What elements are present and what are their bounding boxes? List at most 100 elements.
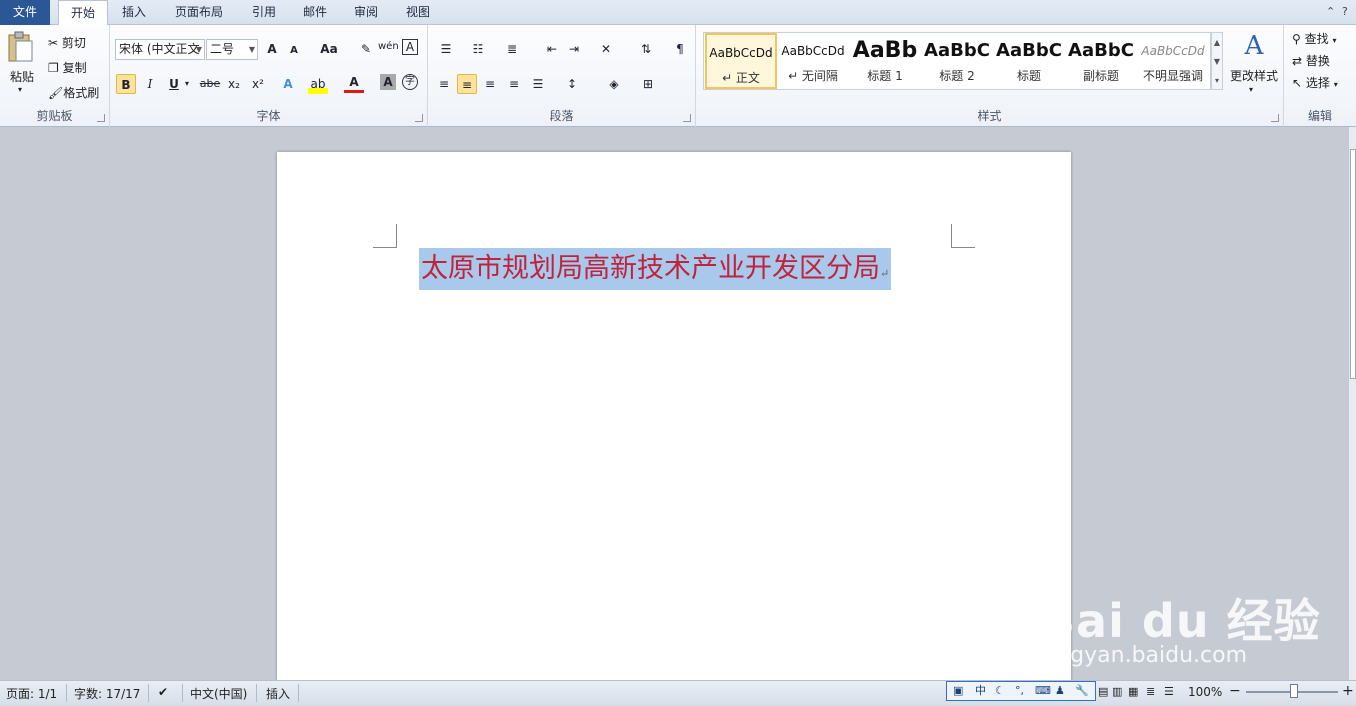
- text-effects-icon[interactable]: A: [278, 74, 298, 94]
- chevron-down-icon[interactable]: ▼: [1212, 52, 1222, 71]
- strikethrough-button[interactable]: abe: [198, 74, 222, 94]
- align-left-icon[interactable]: ≡: [434, 74, 454, 94]
- italic-button[interactable]: I: [140, 74, 160, 94]
- punctuation-icon[interactable]: °,: [1015, 682, 1024, 700]
- style-heading-1[interactable]: AaBb 标题 1: [849, 33, 921, 89]
- user-icon[interactable]: ♟: [1055, 682, 1065, 700]
- draft-view-icon[interactable]: ☰: [1164, 685, 1174, 698]
- clipboard-launcher-icon[interactable]: [97, 114, 105, 122]
- style-title[interactable]: AaBbC 标题: [993, 33, 1065, 89]
- document-page[interactable]: 太原市规划局高新技术产业开发区分局↵: [277, 152, 1071, 692]
- keyboard-icon[interactable]: ⌨: [1035, 682, 1051, 700]
- document-title-text[interactable]: 太原市规划局高新技术产业开发区分局↵: [419, 248, 892, 290]
- paste-icon[interactable]: [6, 31, 38, 65]
- tab-review[interactable]: 审阅: [344, 0, 388, 25]
- bullets-icon[interactable]: ☰: [436, 39, 456, 59]
- moon-icon[interactable]: ☾: [995, 682, 1005, 700]
- scrollbar-thumb[interactable]: [1350, 149, 1356, 379]
- clear-format-icon[interactable]: ✎: [356, 39, 376, 59]
- style-no-spacing[interactable]: AaBbCcDd ↵ 无间隔: [777, 33, 849, 89]
- align-right-icon[interactable]: ≡: [480, 74, 500, 94]
- change-styles-icon[interactable]: A: [1228, 31, 1280, 61]
- grow-font-button[interactable]: A: [262, 39, 282, 59]
- insert-mode-status[interactable]: 插入: [266, 685, 290, 702]
- outline-view-icon[interactable]: ≣: [1146, 685, 1155, 698]
- proofing-icon[interactable]: ✔: [158, 685, 168, 699]
- chevron-up-icon[interactable]: ▲: [1212, 33, 1222, 52]
- style-normal[interactable]: AaBbCcDd ↵ 正文: [705, 33, 777, 89]
- shading-icon[interactable]: ◈: [604, 74, 624, 94]
- line-spacing-icon[interactable]: ↕: [562, 74, 582, 94]
- gallery-more-icon[interactable]: ▾: [1212, 71, 1222, 90]
- show-marks-icon[interactable]: ¶: [670, 39, 690, 59]
- multilevel-list-icon[interactable]: ≣: [502, 39, 522, 59]
- borders-icon[interactable]: ⊞: [638, 74, 658, 94]
- underline-button[interactable]: U: [164, 74, 184, 94]
- select-button[interactable]: ↖ 选择 ▾: [1292, 74, 1338, 91]
- gallery-scroll[interactable]: ▲ ▼ ▾: [1211, 32, 1223, 90]
- zoom-out-button[interactable]: −: [1229, 683, 1241, 699]
- zoom-slider-handle[interactable]: [1290, 684, 1298, 698]
- cut-button[interactable]: ✂ 剪切: [48, 34, 86, 51]
- font-size-combo[interactable]: 二号 ▼: [206, 39, 258, 60]
- char-shade-button[interactable]: A: [380, 74, 396, 90]
- bold-button[interactable]: B: [116, 74, 136, 94]
- align-center-icon[interactable]: ≡: [457, 74, 477, 94]
- paste-dropdown-icon[interactable]: ▾: [18, 85, 22, 94]
- highlight-icon[interactable]: ab: [308, 74, 328, 94]
- help-icon[interactable]: ?: [1342, 5, 1348, 18]
- page-count[interactable]: 页面: 1/1: [6, 685, 57, 702]
- chinese-layout-icon[interactable]: ✕: [596, 39, 616, 59]
- format-painter-button[interactable]: 🖌格式刷: [48, 84, 99, 101]
- style-subtle-emphasis[interactable]: AaBbCcDd 不明显强调: [1137, 33, 1209, 89]
- tab-insert[interactable]: 插入: [112, 0, 156, 25]
- full-screen-reading-icon[interactable]: ▥: [1112, 685, 1122, 698]
- font-group: 宋体 (中文正文 ▼ 二号 ▼ A A Aa ✎ wén A B I U ▾ abe…: [110, 25, 428, 127]
- numbering-icon[interactable]: ☷: [468, 39, 488, 59]
- tab-references[interactable]: 引用: [242, 0, 286, 25]
- change-styles-button[interactable]: 更改样式: [1228, 67, 1280, 84]
- style-heading-2[interactable]: AaBbC 标题 2: [921, 33, 993, 89]
- print-layout-icon[interactable]: ▤: [1098, 685, 1108, 698]
- enclose-chars-button[interactable]: 字: [402, 74, 418, 90]
- shrink-font-button[interactable]: A: [284, 41, 304, 61]
- styles-launcher-icon[interactable]: [1271, 114, 1279, 122]
- tab-page-layout[interactable]: 页面布局: [166, 0, 232, 25]
- subscript-button[interactable]: x₂: [224, 74, 244, 94]
- word-count[interactable]: 字数: 17/17: [74, 685, 140, 702]
- web-layout-icon[interactable]: ▦: [1128, 685, 1138, 698]
- paste-button[interactable]: 粘贴: [10, 68, 34, 85]
- font-name-combo[interactable]: 宋体 (中文正文 ▼: [115, 39, 205, 60]
- ime-logo-icon[interactable]: ▣: [953, 682, 963, 700]
- title-text[interactable]: 太原市规划局高新技术产业开发区分局: [421, 253, 880, 284]
- phonetic-guide-button[interactable]: wén: [378, 37, 399, 57]
- tab-view[interactable]: 视图: [396, 0, 440, 25]
- superscript-button[interactable]: x²: [248, 74, 268, 94]
- wrench-icon[interactable]: 🔧: [1075, 682, 1089, 700]
- find-button[interactable]: ⚲ 查找 ▾: [1292, 30, 1336, 47]
- decrease-indent-icon[interactable]: ⇤: [542, 39, 562, 59]
- char-border-button[interactable]: A: [402, 39, 418, 55]
- tab-file[interactable]: 文件: [0, 0, 50, 25]
- zoom-level[interactable]: 100%: [1188, 685, 1222, 699]
- ime-mode-button[interactable]: 中: [975, 682, 986, 700]
- distributed-icon[interactable]: ☰: [528, 74, 548, 94]
- language-status[interactable]: 中文(中国): [190, 685, 247, 702]
- tab-mailings[interactable]: 邮件: [293, 0, 337, 25]
- paragraph-launcher-icon[interactable]: [683, 114, 691, 122]
- underline-dropdown-icon[interactable]: ▾: [182, 74, 192, 94]
- zoom-in-button[interactable]: +: [1342, 683, 1354, 699]
- font-color-icon[interactable]: A: [344, 74, 364, 93]
- vertical-scrollbar[interactable]: [1348, 127, 1356, 680]
- justify-icon[interactable]: ≡: [504, 74, 524, 94]
- font-launcher-icon[interactable]: [415, 114, 423, 122]
- minimize-ribbon-icon[interactable]: ⌃: [1326, 5, 1335, 18]
- replace-button[interactable]: ⇄ 替换: [1292, 52, 1330, 69]
- increase-indent-icon[interactable]: ⇥: [564, 39, 584, 59]
- tab-home[interactable]: 开始: [58, 0, 108, 26]
- change-case-button[interactable]: Aa: [316, 39, 342, 59]
- sort-icon[interactable]: ⇅: [636, 39, 656, 59]
- copy-button[interactable]: ❐ 复制: [48, 59, 87, 76]
- change-styles-dropdown-icon[interactable]: ▾: [1249, 85, 1253, 94]
- style-subtitle[interactable]: AaBbC 副标题: [1065, 33, 1137, 89]
